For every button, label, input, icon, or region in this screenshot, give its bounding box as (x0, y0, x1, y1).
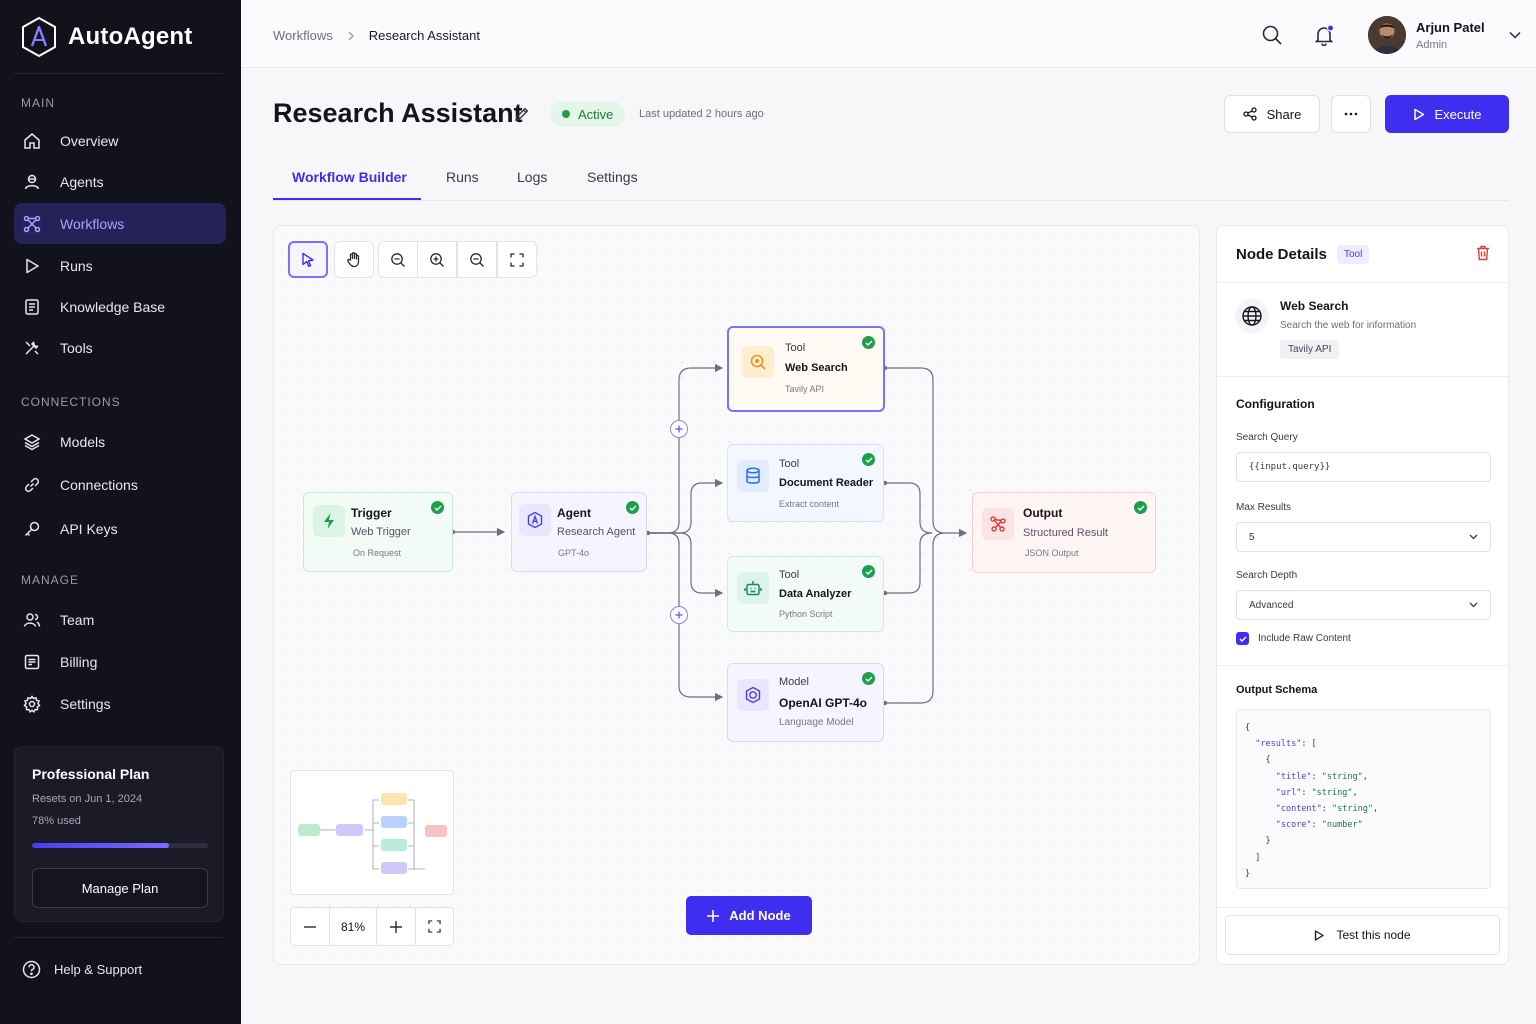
check-icon (431, 501, 444, 514)
check-icon (862, 336, 875, 349)
output-schema-code: { "results": [ { "title": "string", "url… (1236, 709, 1491, 889)
search-query-label: Search Query (1236, 432, 1298, 443)
node-data-analyzer[interactable]: Tool Data Analyzer Python Script (727, 556, 884, 632)
globe-icon (1235, 299, 1269, 333)
minimap-node (425, 825, 447, 837)
node-title: Web Trigger (351, 526, 411, 538)
configuration-title: Configuration (1236, 397, 1315, 411)
add-node-label: Add Node (729, 908, 791, 923)
minimap-node (381, 862, 407, 874)
node-type-badge: Tool (1337, 245, 1370, 264)
node-sub: Extract content (779, 499, 840, 509)
max-results-label: Max Results (1236, 502, 1292, 513)
search-depth-value: Advanced (1249, 599, 1294, 611)
checkbox-checked-icon (1236, 632, 1249, 645)
minimap-node (381, 793, 407, 805)
panel-divider (1217, 282, 1508, 283)
minimap-node (381, 839, 407, 851)
panel-divider (1217, 376, 1508, 377)
panel-divider (1217, 907, 1508, 908)
check-icon (862, 565, 875, 578)
node-sub: Language Model (779, 717, 854, 728)
play-icon (1314, 929, 1325, 941)
node-name: Web Search (1280, 299, 1349, 313)
plus-icon (707, 909, 720, 922)
node-title: Document Reader (779, 477, 874, 489)
agent-hex-icon (519, 504, 551, 536)
node-title: Web Search (785, 362, 848, 374)
search-query-input[interactable]: {{input.query}} (1236, 452, 1491, 482)
search-depth-label: Search Depth (1236, 570, 1298, 581)
include-raw-label: Include Raw Content (1258, 633, 1351, 644)
minimap[interactable] (290, 770, 454, 895)
node-title: Data Analyzer (779, 588, 852, 600)
node-sub: Tavily API (785, 384, 825, 394)
node-label: Tool (785, 342, 806, 354)
node-trigger[interactable]: Trigger Web Trigger On Request (303, 492, 453, 572)
lightning-icon (313, 505, 345, 537)
check-icon (1134, 501, 1147, 514)
openai-icon (737, 679, 769, 711)
node-sub: On Request (353, 548, 402, 558)
chevron-down-icon (1469, 602, 1478, 608)
zoom-level: 81% (330, 908, 377, 945)
check-icon (862, 672, 875, 685)
max-results-value: 5 (1249, 531, 1255, 543)
check-icon (862, 453, 875, 466)
zoom-plus-button[interactable] (377, 908, 416, 945)
node-title: Structured Result (1023, 527, 1108, 539)
check-icon (626, 501, 639, 514)
add-branch-button[interactable] (670, 420, 688, 438)
trash-icon[interactable] (1476, 245, 1490, 261)
fullscreen-icon (428, 920, 441, 933)
zoom-controls: 81% (290, 907, 454, 946)
plus-icon (390, 920, 402, 933)
node-label: Model (779, 676, 809, 688)
search-depth-select[interactable]: Advanced (1236, 590, 1491, 620)
node-label: Agent (557, 506, 591, 520)
node-title: OpenAI GPT-4o (779, 696, 868, 710)
node-description: Search the web for information (1280, 320, 1417, 331)
minimap-node (336, 824, 363, 836)
node-label: Trigger (351, 506, 392, 520)
minimap-node (381, 816, 407, 828)
node-label: Tool (779, 569, 800, 581)
zoom-minus-button[interactable] (291, 908, 330, 945)
plus-icon (675, 425, 683, 433)
node-model[interactable]: Model OpenAI GPT-4o Language Model (727, 663, 884, 742)
node-details-panel: Node Details Tool Web Search Search the … (1216, 225, 1509, 965)
test-node-button[interactable]: Test this node (1225, 915, 1500, 955)
output-schema-title: Output Schema (1236, 684, 1318, 696)
chevron-down-icon (1469, 534, 1478, 540)
node-sub: JSON Output (1025, 548, 1079, 558)
panel-divider (1217, 665, 1508, 666)
node-agent[interactable]: Agent Research Agent GPT-4o (511, 492, 647, 572)
search-query-value: {{input.query}} (1249, 462, 1331, 472)
node-provider-tag: Tavily API (1280, 340, 1340, 359)
web-search-icon (742, 346, 774, 378)
add-branch-button[interactable] (670, 606, 688, 624)
node-label: Output (1023, 506, 1063, 520)
output-network-icon (982, 508, 1014, 540)
database-icon (737, 460, 769, 492)
node-sub: Python Script (779, 609, 833, 619)
node-web-search[interactable]: Tool Web Search Tavily API (727, 326, 885, 412)
plus-icon (675, 611, 683, 619)
minus-icon (304, 925, 316, 928)
node-title: Research Agent (557, 526, 636, 538)
panel-title: Node Details (1236, 246, 1327, 263)
minimap-node (298, 824, 320, 836)
node-output[interactable]: Output Structured Result JSON Output (972, 492, 1156, 573)
include-raw-content-checkbox[interactable]: Include Raw Content (1236, 632, 1351, 645)
add-node-button[interactable]: Add Node (686, 896, 812, 935)
zoom-fit-button[interactable] (416, 908, 453, 945)
robot-icon (737, 572, 769, 604)
node-sub: GPT-4o (558, 548, 590, 558)
max-results-select[interactable]: 5 (1236, 522, 1491, 552)
node-document-reader[interactable]: Tool Document Reader Extract content (727, 444, 884, 522)
node-label: Tool (779, 458, 800, 470)
test-node-label: Test this node (1336, 928, 1411, 942)
